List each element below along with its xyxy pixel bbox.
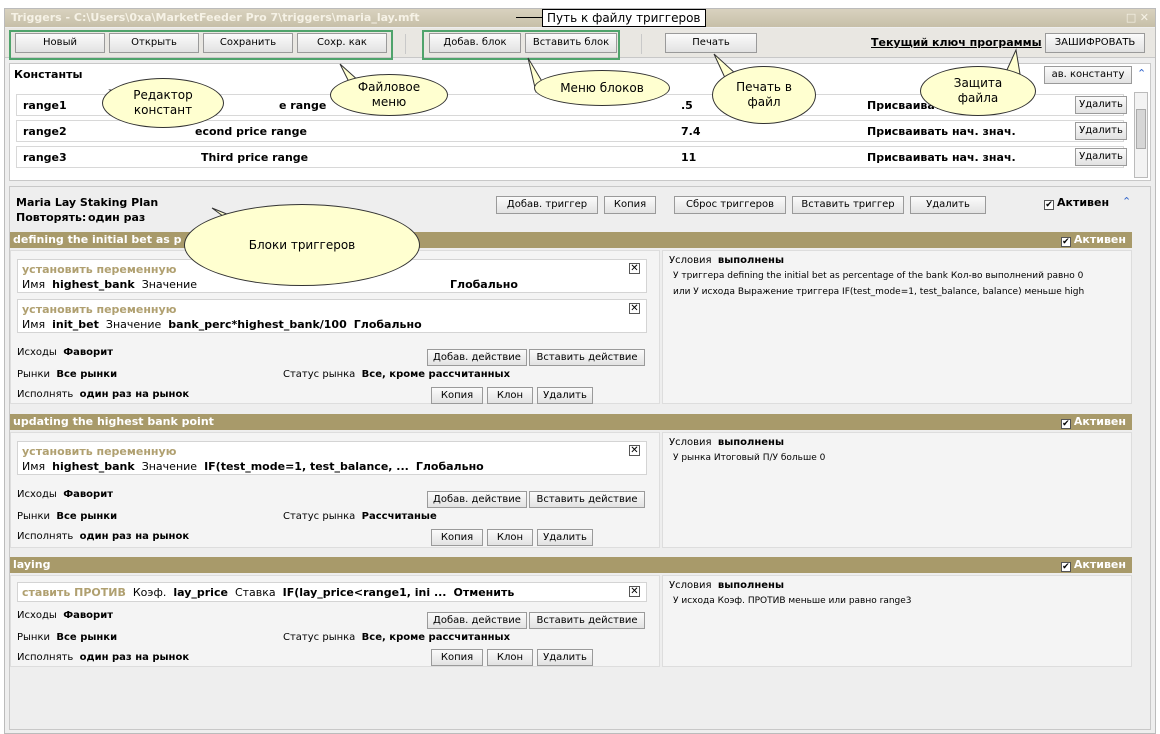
trigger-blocks-callout: Блоки триггеров <box>184 204 420 286</box>
callout-text: Файловое меню <box>357 80 421 109</box>
callout-text: Защита файла <box>953 76 1003 105</box>
callout-text: Блоки триггеров <box>248 237 356 252</box>
file-menu-callout: Файловое меню <box>330 74 448 116</box>
callout-text: Меню блоков <box>560 80 644 95</box>
callout-text: Печать в файл <box>736 80 792 109</box>
block-menu-callout: Меню блоков <box>534 70 670 106</box>
print-file-callout: Печать в файл <box>712 66 816 124</box>
protect-callout: Защита файла <box>920 66 1036 116</box>
const-editor-callout: Редактор констант <box>102 78 224 128</box>
callout-text: Редактор констант <box>133 88 193 117</box>
